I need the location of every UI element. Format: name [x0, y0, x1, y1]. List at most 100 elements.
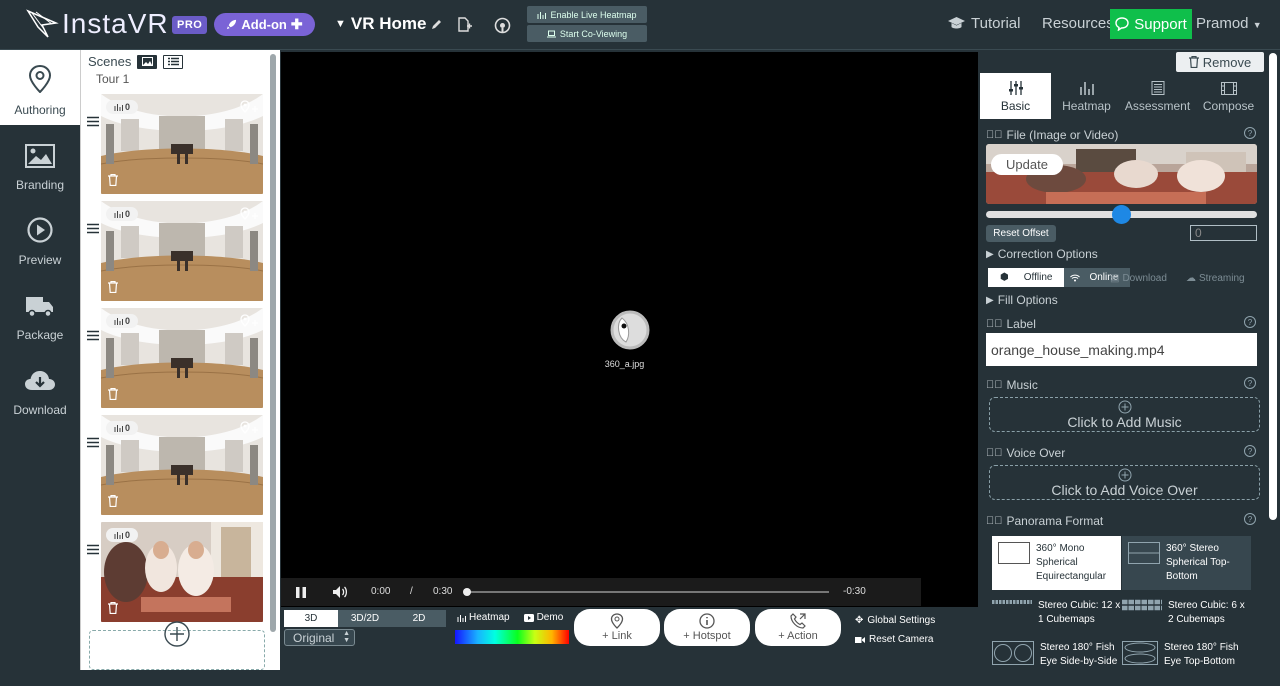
- support-button[interactable]: Support: [1110, 9, 1192, 39]
- add-music-button[interactable]: Click to Add Music: [989, 397, 1260, 432]
- panorama-viewer[interactable]: 360_a.jpg 0:00 / 0:30 -0:30: [281, 52, 978, 607]
- drag-handle-icon[interactable]: [87, 223, 99, 234]
- drag-handle-icon[interactable]: [87, 330, 99, 341]
- demo-toggle[interactable]: Demo: [523, 612, 563, 623]
- bar-chart-icon: [114, 104, 123, 111]
- trash-icon[interactable]: [108, 388, 118, 400]
- add-location-icon[interactable]: [239, 421, 261, 437]
- download-option[interactable]: ▤ Download: [1110, 273, 1167, 284]
- seek-thumb[interactable]: [463, 588, 471, 596]
- trash-icon[interactable]: [108, 174, 118, 186]
- panel-scrollbar[interactable]: [1266, 50, 1280, 670]
- pause-icon[interactable]: [296, 587, 306, 598]
- offset-slider-handle[interactable]: [1112, 205, 1131, 224]
- help-icon[interactable]: ?: [1244, 377, 1256, 389]
- mode-2d[interactable]: 2D: [392, 610, 446, 627]
- reset-camera-link[interactable]: Reset Camera: [855, 634, 933, 645]
- scene-stat-badge: 0: [106, 100, 138, 114]
- help-icon[interactable]: ?: [1244, 127, 1256, 139]
- list-view-button[interactable]: [163, 54, 184, 69]
- scenes-scrollbar[interactable]: [268, 52, 278, 632]
- correction-options-toggle[interactable]: ▶ Correction Options: [986, 247, 1098, 261]
- add-location-icon[interactable]: [239, 100, 261, 116]
- scene-label-input[interactable]: orange_house_making.mp4: [986, 333, 1257, 366]
- scene-row[interactable]: 0: [81, 415, 281, 515]
- streaming-option[interactable]: ☁ Streaming: [1186, 273, 1245, 284]
- project-title: VR Home: [350, 14, 427, 33]
- drag-handle-icon[interactable]: [87, 437, 99, 448]
- add-location-icon[interactable]: [239, 314, 261, 330]
- scene-thumbnail[interactable]: 0: [101, 201, 263, 301]
- scene-thumbnail[interactable]: 0: [101, 522, 263, 622]
- pencil-icon[interactable]: [425, 14, 447, 36]
- nav-branding[interactable]: Branding: [0, 125, 80, 200]
- scene-thumbnail[interactable]: 0: [101, 94, 263, 194]
- trash-icon[interactable]: [108, 602, 118, 614]
- format-cubic-12x1[interactable]: Stereo Cubic: 12 x 1 Cubemaps: [992, 599, 1124, 627]
- seek-track[interactable]: [467, 591, 829, 593]
- trash-icon[interactable]: [108, 281, 118, 293]
- scene-row[interactable]: 0: [81, 522, 281, 622]
- cloud-download-icon: [25, 371, 55, 390]
- scene-thumbnail[interactable]: 0: [101, 415, 263, 515]
- scene-thumbnail[interactable]: 0: [101, 308, 263, 408]
- mode-3d-2d[interactable]: 3D/2D: [338, 610, 392, 627]
- project-title-dropdown[interactable]: ▼ VR Home: [335, 14, 426, 34]
- tab-compose[interactable]: Compose: [1193, 73, 1264, 119]
- drag-handle-icon[interactable]: [87, 544, 99, 555]
- fill-options-toggle[interactable]: ▶ Fill Options: [986, 293, 1058, 307]
- mode-3d[interactable]: 3D: [284, 610, 338, 627]
- broadcast-icon[interactable]: [491, 14, 513, 36]
- scene-row[interactable]: 0: [81, 201, 281, 301]
- add-action-button[interactable]: + Action: [755, 609, 841, 646]
- scene-stat-count: 0: [124, 102, 130, 112]
- volume-icon[interactable]: [333, 586, 348, 598]
- sliders-icon: [1008, 81, 1023, 95]
- add-hotspot-button[interactable]: + Hotspot: [664, 609, 750, 646]
- offline-option[interactable]: ⬢ Offline: [988, 268, 1065, 287]
- tab-heatmap[interactable]: Heatmap: [1051, 73, 1122, 119]
- voice-section-header: ✓⃝ Voice Over: [986, 446, 1065, 460]
- update-file-button[interactable]: Update: [991, 154, 1063, 175]
- user-menu[interactable]: Pramod ▼: [1196, 15, 1262, 32]
- nav-download[interactable]: Download: [0, 350, 80, 425]
- format-fisheye-tb[interactable]: Stereo 180° Fish Eye Top-Bottom: [1122, 641, 1246, 669]
- format-fisheye-sbs[interactable]: Stereo 180° Fish Eye Side-by-Side: [992, 641, 1122, 669]
- heatmap-toggle[interactable]: Heatmap: [457, 612, 510, 623]
- global-settings-link[interactable]: ✥ Global Settings: [855, 615, 935, 626]
- quality-select[interactable]: Original ▲ ▼: [284, 629, 355, 646]
- reset-offset-button[interactable]: Reset Offset: [986, 225, 1056, 242]
- tab-basic[interactable]: Basic: [980, 73, 1051, 119]
- bar-chart-icon: [457, 614, 466, 622]
- nav-preview[interactable]: Preview: [0, 200, 80, 275]
- help-icon[interactable]: ?: [1244, 316, 1256, 328]
- drag-handle-icon[interactable]: [87, 116, 99, 127]
- scene-row[interactable]: 0: [81, 308, 281, 408]
- enable-heatmap-button[interactable]: Enable Live Heatmap: [527, 6, 647, 23]
- list-icon: [167, 57, 179, 66]
- offset-input[interactable]: 0: [1190, 225, 1257, 241]
- remove-scene-button[interactable]: Remove: [1176, 52, 1264, 72]
- format-cubic-6x2[interactable]: Stereo Cubic: 6 x 2 Cubemaps: [1122, 599, 1248, 627]
- add-voice-over-button[interactable]: Click to Add Voice Over: [989, 465, 1260, 500]
- help-icon[interactable]: ?: [1244, 445, 1256, 457]
- trash-icon[interactable]: [108, 495, 118, 507]
- tutorial-link[interactable]: Tutorial: [948, 15, 1020, 32]
- add-link-button[interactable]: + Link: [574, 609, 660, 646]
- nav-authoring[interactable]: Authoring: [0, 50, 80, 125]
- add-scene-button[interactable]: [89, 621, 265, 670]
- scene-row[interactable]: 0: [81, 94, 281, 194]
- add-location-icon[interactable]: [239, 207, 261, 223]
- help-icon[interactable]: ?: [1244, 513, 1256, 525]
- add-voice-over-label: Click to Add Voice Over: [1051, 481, 1198, 498]
- addon-button[interactable]: Add-on ✚: [214, 13, 315, 36]
- grid-view-button[interactable]: [137, 54, 158, 69]
- nav-package[interactable]: Package: [0, 275, 80, 350]
- add-page-icon[interactable]: [453, 14, 475, 36]
- tab-assessment[interactable]: Assessment: [1122, 73, 1193, 119]
- check-circle-icon: ✓⃝: [986, 129, 1003, 141]
- start-coviewing-button[interactable]: Start Co-Viewing: [527, 25, 647, 42]
- play-circle-icon: [27, 217, 53, 243]
- logo-text: InstaVR: [62, 8, 169, 39]
- instavr-logo[interactable]: InstaVR: [26, 8, 169, 40]
